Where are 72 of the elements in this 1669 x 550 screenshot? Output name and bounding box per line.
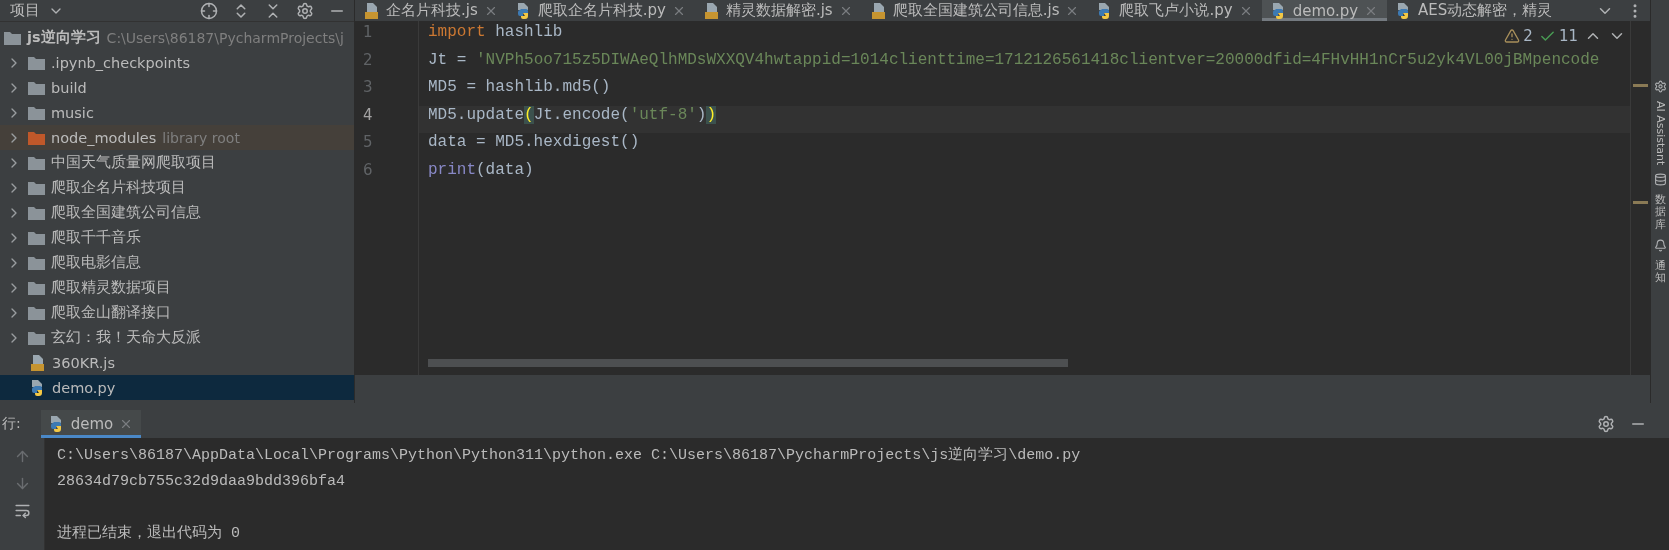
code-line: import hashlib	[428, 23, 563, 43]
editor-tab[interactable]: 企名片科技.js	[355, 0, 507, 21]
folder-icon	[28, 280, 45, 295]
tree-item[interactable]: 玄幻：我！天命大反派	[51, 328, 201, 347]
folder-icon	[28, 55, 45, 70]
folder-icon	[28, 330, 45, 345]
side-tool-button[interactable]: 数据库	[1654, 194, 1666, 231]
database-icon[interactable]	[1653, 173, 1667, 187]
tree-item[interactable]: 中国天气质量网爬取项目	[51, 153, 216, 172]
side-tool-button[interactable]: 通知	[1654, 259, 1666, 284]
folder-icon	[28, 80, 45, 95]
folder-icon	[28, 130, 45, 145]
warning-count[interactable]: 2	[1504, 27, 1533, 45]
tool-window-label: 行:	[2, 415, 21, 433]
code-line: data = MD5.hexdigest()	[428, 133, 640, 153]
code-line: MD5 = hashlib.md5()	[428, 78, 611, 98]
tree-item[interactable]: 爬取电影信息	[51, 253, 141, 272]
line-number: 5	[362, 133, 374, 153]
tree-item[interactable]: build	[51, 79, 87, 96]
bell-icon[interactable]	[1653, 238, 1667, 252]
editor-tab[interactable]: 爬取全国建筑公司信息.js	[861, 0, 1089, 21]
folder-icon	[28, 205, 45, 220]
editor-tab[interactable]: 精灵数据解密.js	[694, 0, 862, 21]
js-file-icon	[30, 354, 46, 371]
tree-item[interactable]: demo.py	[52, 379, 116, 396]
folder-icon	[28, 105, 45, 120]
folder-icon	[28, 230, 45, 245]
code-line: MD5.update(Jt.encode('utf-8'))	[428, 105, 717, 126]
side-tool-button[interactable]: AI Assistant	[1653, 101, 1667, 166]
js-file-icon	[870, 2, 887, 19]
weak-warning-count[interactable]: 11	[1538, 27, 1578, 45]
tree-item[interactable]: 360KR.js	[52, 354, 115, 371]
console-exit-message: 进程已结束，退出代码为 0	[57, 523, 241, 544]
line-number: 4	[362, 105, 374, 126]
code-line: Jt = 'NVPh5oo715z5DIWAeQlhMDsWXXQV4hwtappid=1014clienttime=1712126561418clientver=20000dfid=4FHvHH1nCr5u2yk4VL00jBMpencode	[428, 50, 1600, 71]
folder-icon	[28, 180, 45, 195]
editor-tab[interactable]: 爬取企名片科技.py	[506, 0, 695, 21]
folder-icon	[28, 305, 45, 320]
tree-item[interactable]: 爬取企名片科技项目	[51, 178, 186, 197]
project-path: C:\Users\86187\PycharmProjects\j	[106, 29, 344, 46]
folder-icon	[4, 30, 21, 45]
js-file-icon	[364, 2, 380, 19]
tree-item[interactable]: 爬取金山翻译接口	[51, 303, 171, 322]
code-line: print(data)	[428, 160, 534, 181]
locate-icon[interactable]	[200, 1, 218, 20]
editor-tab[interactable]: 爬取飞卢小说.py	[1088, 0, 1262, 21]
tree-item[interactable]: js逆向学习	[27, 28, 101, 47]
scrollbar[interactable]	[428, 359, 1068, 367]
tree-item[interactable]: 爬取全国建筑公司信息	[51, 203, 201, 222]
tree-item[interactable]: 爬取千千音乐	[51, 228, 141, 247]
tree-item[interactable]: node_modules	[51, 129, 157, 146]
settings-icon[interactable]	[1597, 415, 1615, 433]
panel-title[interactable]: 项目	[10, 1, 40, 20]
tree-item[interactable]: .ipynb_checkpoints	[51, 54, 191, 71]
console-output: 28634d79cb755c32d9daa9bdd396bfa4	[57, 472, 347, 492]
js-file-icon	[703, 2, 720, 19]
warning-icon	[1504, 28, 1521, 44]
editor-tab[interactable]: AES动态解密，精灵	[1387, 0, 1562, 21]
line-number: 1	[362, 23, 374, 43]
console-command: C:\Users\86187\AppData\Local\Programs\Python\Python311\python.exe C:\Users\86187\PycharmProjects\js逆向学习\demo.py	[57, 446, 1081, 466]
run-tab[interactable]: demo	[40, 410, 142, 438]
soft-wrap-icon[interactable]	[13, 502, 31, 519]
tree-item[interactable]: music	[51, 104, 94, 121]
tree-item[interactable]: 爬取精灵数据项目	[51, 278, 171, 297]
editor-tab[interactable]: demo.py	[1261, 0, 1388, 21]
line-number: 3	[362, 78, 374, 98]
tree-item-hint: library root	[162, 129, 240, 146]
line-number: 2	[362, 50, 374, 71]
folder-icon	[28, 255, 45, 270]
folder-icon	[28, 155, 45, 170]
settings-icon[interactable]	[296, 1, 314, 20]
line-number: 6	[362, 160, 374, 181]
